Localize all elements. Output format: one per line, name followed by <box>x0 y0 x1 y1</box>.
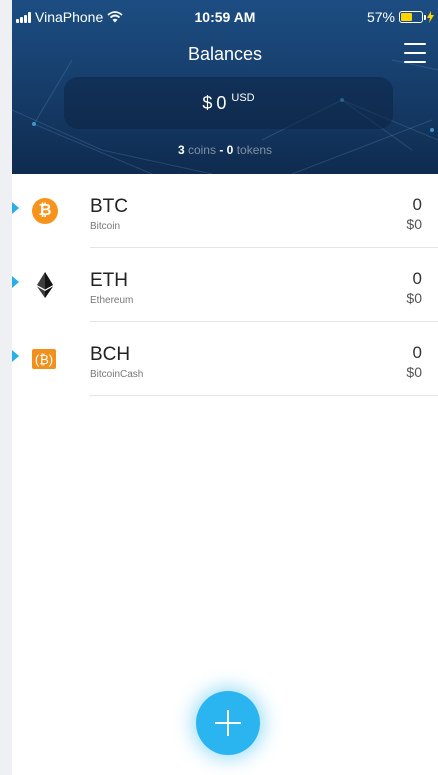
asset-name: Ethereum <box>90 295 134 306</box>
expand-caret-icon[interactable] <box>12 276 19 288</box>
row-divider <box>90 395 438 396</box>
counts-separator: - <box>219 143 224 157</box>
asset-row-btc[interactable]: ₿ BTC Bitcoin 0 $0 <box>12 174 438 248</box>
battery-percent: 57% <box>366 9 395 25</box>
tokens-label: tokens <box>236 143 273 157</box>
asset-symbol: ETH <box>90 270 128 291</box>
bitcoin-icon: ₿ <box>32 198 58 224</box>
bitcoin-cash-icon: (₿) <box>32 349 56 369</box>
balance-currency-symbol: $ <box>202 92 213 113</box>
asset-symbol: BCH <box>90 344 131 365</box>
page-title: Balances <box>187 44 263 64</box>
status-right: 57% <box>367 9 434 25</box>
asset-row-bch[interactable]: (₿) BCH BitcoinCash 0 $0 <box>12 322 438 396</box>
charging-bolt-icon <box>427 11 434 23</box>
battery-icon <box>399 11 426 23</box>
expand-caret-icon[interactable] <box>12 202 19 214</box>
asset-fiat-value: $0 <box>406 290 422 306</box>
asset-counts: 3 coins - 0 tokens <box>12 143 438 157</box>
tokens-count: 0 <box>226 143 234 157</box>
asset-amount: 0 <box>412 195 422 214</box>
menu-icon[interactable] <box>404 43 426 63</box>
asset-row-eth[interactable]: ETH Ethereum 0 $0 <box>12 248 438 322</box>
expand-caret-icon[interactable] <box>12 350 19 362</box>
asset-fiat-value: $0 <box>406 216 422 232</box>
asset-amount: 0 <box>412 343 422 362</box>
balances-header: VinaPhone 10:59 AM 57% Balances $ 0 USD <box>12 0 438 174</box>
total-balance: $ 0 USD <box>64 77 393 129</box>
coins-count: 3 <box>177 143 185 157</box>
asset-symbol: BTC <box>90 196 128 217</box>
asset-fiat-value: $0 <box>406 364 422 380</box>
status-bar: VinaPhone 10:59 AM 57% <box>12 0 438 34</box>
balance-currency: USD <box>231 92 255 104</box>
left-rail <box>0 0 12 775</box>
coins-label: coins <box>187 143 216 157</box>
asset-name: Bitcoin <box>90 221 121 232</box>
asset-name: BitcoinCash <box>90 369 144 380</box>
ethereum-icon <box>32 272 58 298</box>
asset-list: ₿ BTC Bitcoin 0 $0 ETH Ethereum 0 $0 (₿)… <box>12 174 438 396</box>
asset-amount: 0 <box>412 269 422 288</box>
battery-fill <box>401 13 413 21</box>
add-asset-button[interactable] <box>196 691 260 755</box>
balance-value: 0 <box>216 92 227 113</box>
